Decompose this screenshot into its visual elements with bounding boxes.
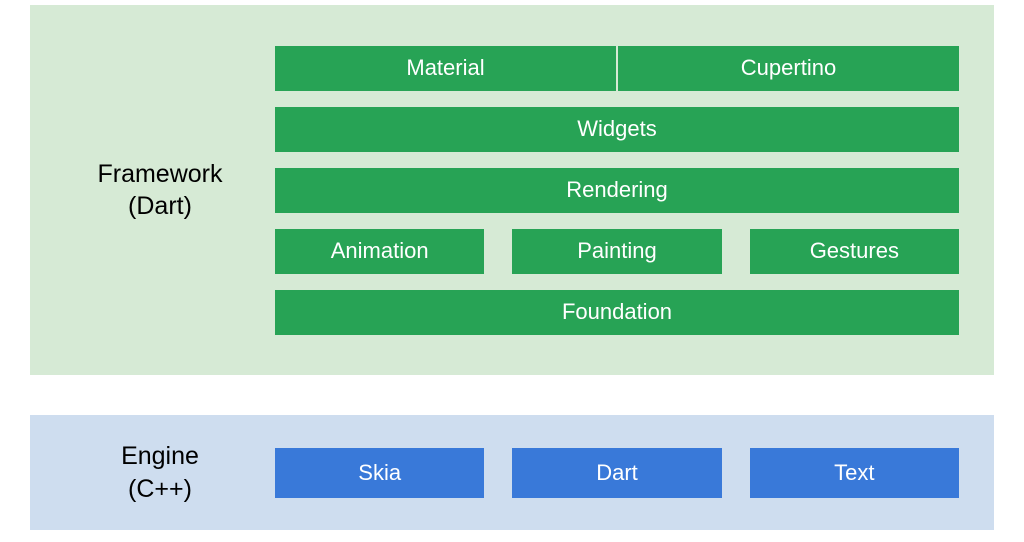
block-painting: Painting [512,229,721,274]
engine-body: Skia Dart Text [275,448,959,498]
block-skia: Skia [275,448,484,498]
engine-section: Engine (C++) Skia Dart Text [30,415,994,530]
framework-row-widgets: Widgets [275,107,959,152]
block-animation: Animation [275,229,484,274]
block-cupertino: Cupertino [618,46,959,91]
engine-label-line2: (C++) [45,473,275,506]
block-text: Text [750,448,959,498]
framework-row-rendering: Rendering [275,168,959,213]
framework-row-top: Material Cupertino [275,46,959,91]
engine-row: Skia Dart Text [275,448,959,498]
framework-body: Material Cupertino Widgets Rendering Ani… [275,46,959,335]
framework-label-line1: Framework [45,158,275,191]
engine-label: Engine (C++) [45,440,275,505]
engine-label-line1: Engine [45,440,275,473]
framework-row-mid: Animation Painting Gestures [275,229,959,274]
block-material: Material [275,46,616,91]
framework-label-line2: (Dart) [45,190,275,223]
block-widgets: Widgets [275,107,959,152]
framework-label: Framework (Dart) [45,158,275,223]
block-foundation: Foundation [275,290,959,335]
block-rendering: Rendering [275,168,959,213]
framework-section: Framework (Dart) Material Cupertino Widg… [30,5,994,375]
block-dart: Dart [512,448,721,498]
block-gestures: Gestures [750,229,959,274]
framework-row-foundation: Foundation [275,290,959,335]
